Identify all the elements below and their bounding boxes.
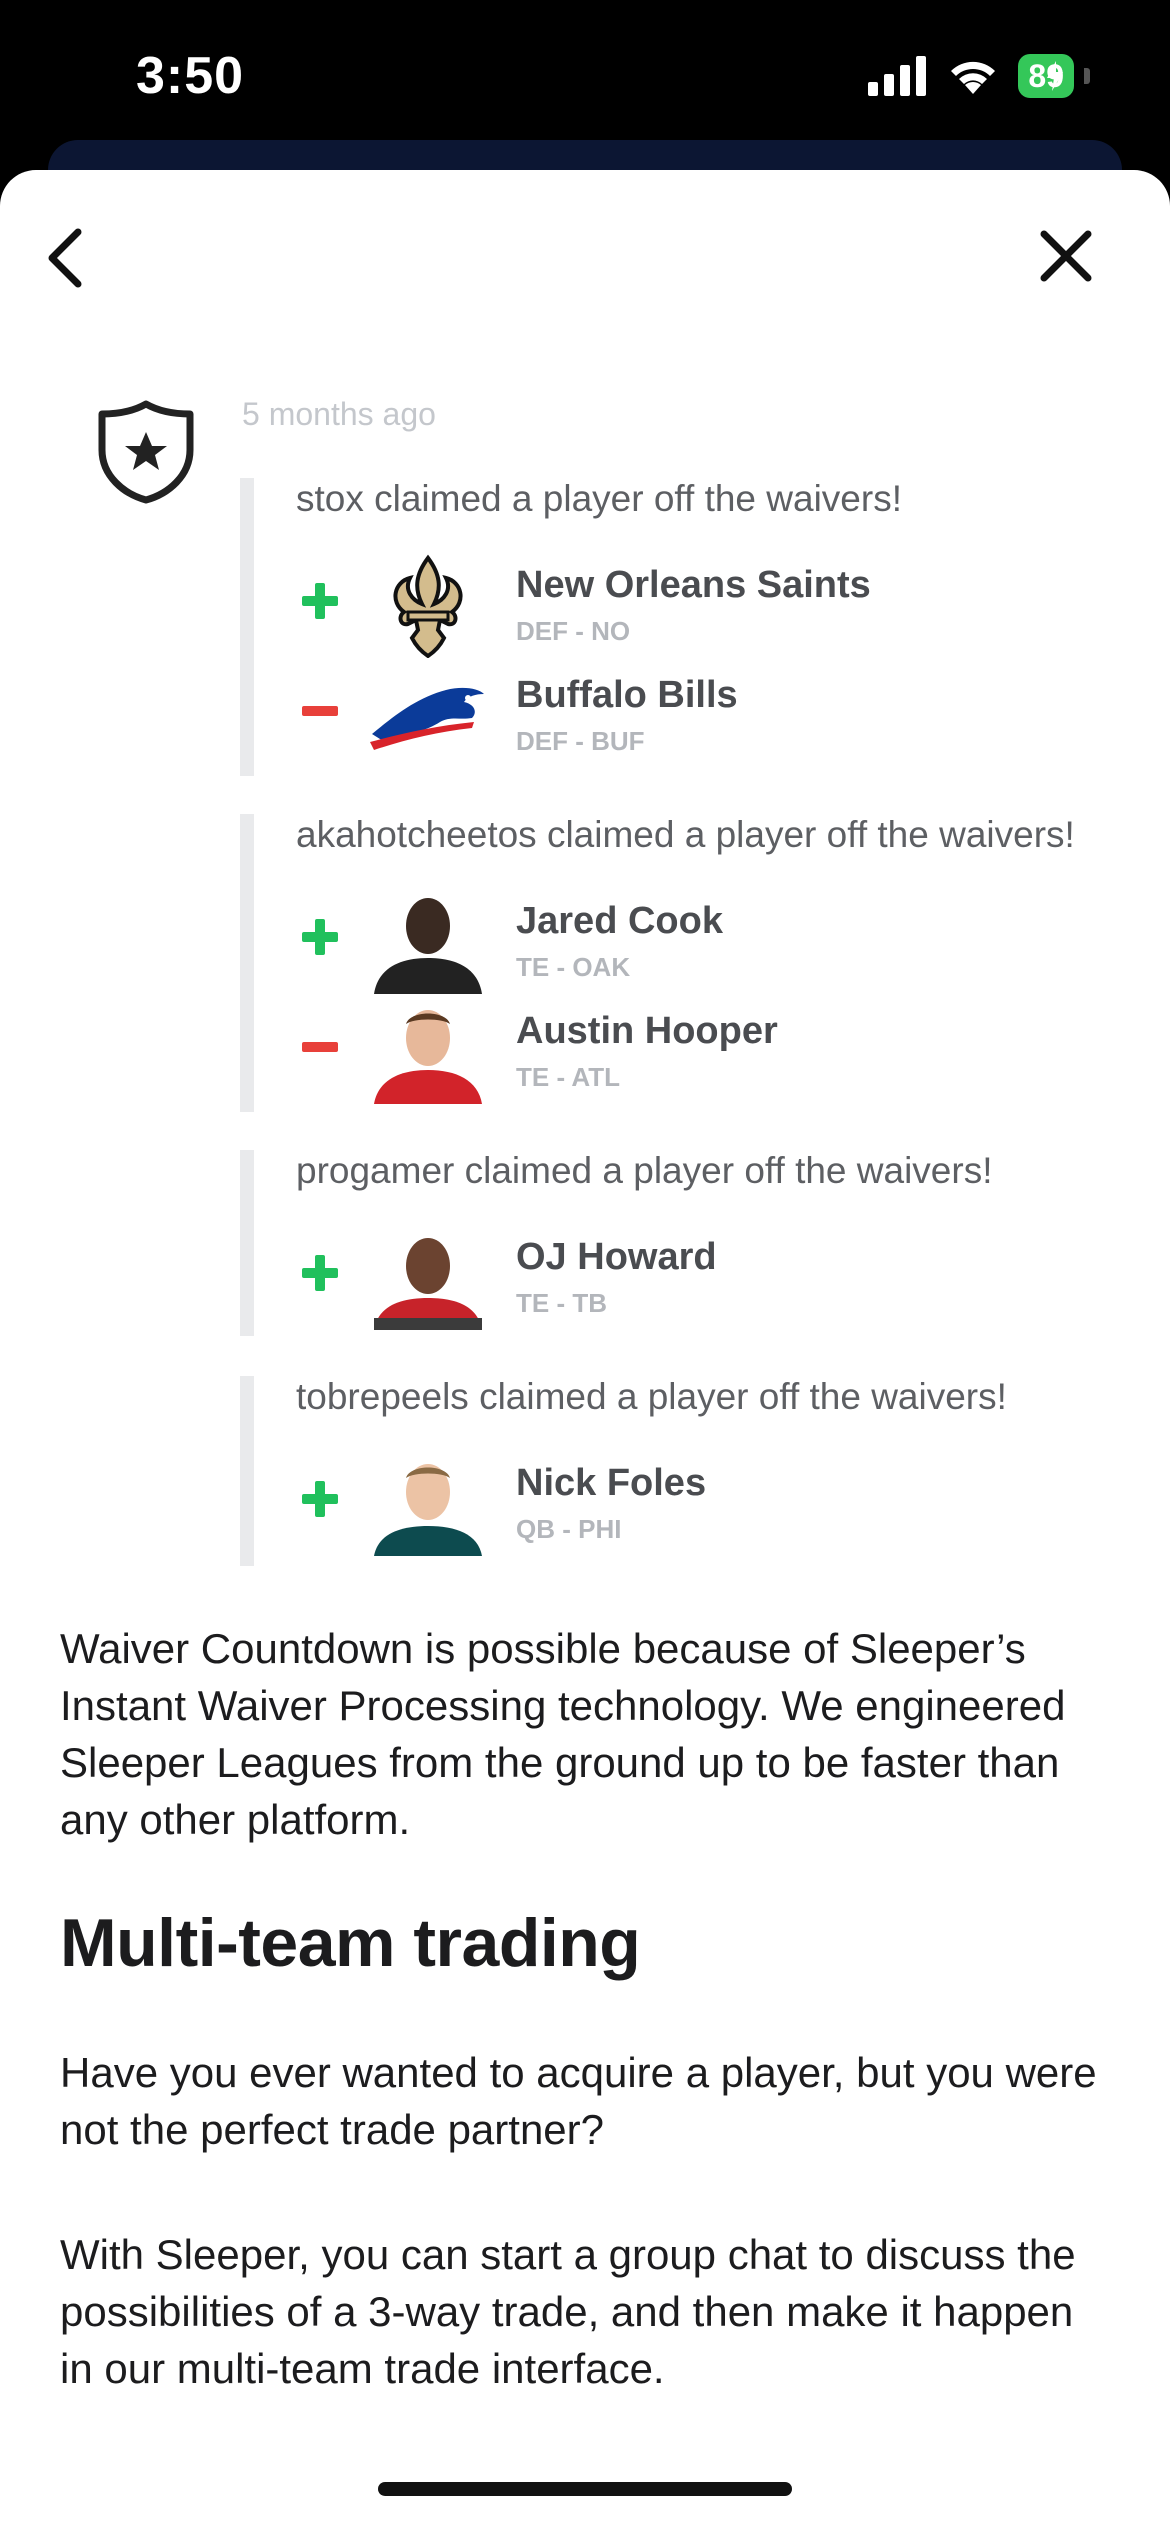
drop-minus-icon — [302, 692, 340, 730]
charging-bolt-icon — [1047, 61, 1063, 91]
waiver-claim-title: stox claimed a player off the waivers! — [296, 478, 902, 519]
waiver-claim-group: tobrepeels claimed a player off the waiv… — [240, 1376, 1154, 1566]
drop-minus-icon — [302, 1028, 340, 1066]
player-row[interactable]: New Orleans Saints DEF - NO — [254, 554, 1134, 664]
player-position: DEF - NO — [516, 616, 631, 646]
player-row[interactable]: OJ Howard TE - TB — [254, 1226, 1134, 1336]
bills-logo-icon — [364, 664, 492, 768]
waiver-claim-title: tobrepeels claimed a player off the waiv… — [296, 1376, 1007, 1417]
add-plus-icon — [302, 1480, 340, 1518]
add-plus-icon — [302, 582, 340, 620]
player-position: TE - ATL — [516, 1062, 620, 1092]
player-photo — [364, 890, 492, 994]
paragraph-2: With Sleeper, you can start a group chat… — [60, 2231, 1076, 2392]
modal-sheet: 5 months ago stox claimed a player off t… — [0, 170, 1170, 2532]
article-waiver-text: Waiver Countdown is possible because of … — [60, 1620, 1110, 1848]
close-icon[interactable] — [1038, 228, 1094, 284]
player-photo — [364, 1226, 492, 1330]
section-heading: Multi-team trading — [60, 1905, 641, 1981]
player-name: Nick Foles — [516, 1462, 707, 1504]
battery-cap — [1084, 68, 1090, 84]
article-section: With Sleeper, you can start a group chat… — [60, 2226, 1110, 2397]
player-photo — [364, 1452, 492, 1556]
cellular-signal-icon — [868, 56, 927, 96]
add-plus-icon — [302, 1254, 340, 1292]
player-photo — [364, 1000, 492, 1104]
add-plus-icon — [302, 918, 340, 956]
saints-logo-icon — [364, 554, 492, 658]
player-position: DEF - BUF — [516, 726, 645, 756]
article-section: Have you ever wanted to acquire a player… — [60, 2044, 1110, 2158]
player-row[interactable]: Buffalo Bills DEF - BUF — [254, 664, 1134, 774]
player-row[interactable]: Austin Hooper TE - ATL — [254, 1000, 1134, 1110]
player-row[interactable]: Nick Foles QB - PHI — [254, 1452, 1134, 1562]
activity-timestamp: 5 months ago — [242, 396, 436, 432]
paragraph-1: Have you ever wanted to acquire a player… — [60, 2049, 1097, 2153]
player-row[interactable]: Jared Cook TE - OAK — [254, 890, 1134, 1000]
player-position: TE - OAK — [516, 952, 631, 982]
waiver-claim-group: progamer claimed a player off the waiver… — [240, 1150, 1154, 1336]
waiver-claim-group: stox claimed a player off the waivers! N… — [240, 478, 1154, 776]
player-name: Jared Cook — [516, 900, 723, 942]
article-section: Multi-team trading — [60, 1904, 1110, 1982]
player-position: QB - PHI — [516, 1514, 622, 1544]
player-position: TE - TB — [516, 1288, 607, 1318]
wifi-icon — [951, 61, 996, 94]
back-chevron-icon[interactable] — [38, 222, 94, 294]
status-time: 3:50 — [136, 47, 245, 105]
waiver-paragraph: Waiver Countdown is possible because of … — [60, 1625, 1066, 1843]
waiver-claim-title: akahotcheetos claimed a player off the w… — [296, 814, 1075, 855]
player-name: OJ Howard — [516, 1236, 717, 1278]
waiver-claim-group: akahotcheetos claimed a player off the w… — [240, 814, 1154, 1112]
waiver-claim-title: progamer claimed a player off the waiver… — [296, 1150, 993, 1191]
player-name: Austin Hooper — [516, 1010, 778, 1052]
league-shield-icon — [98, 400, 194, 504]
home-indicator[interactable] — [378, 2482, 792, 2496]
player-name: New Orleans Saints — [516, 564, 871, 606]
status-icons: 89 — [868, 54, 1090, 98]
player-name: Buffalo Bills — [516, 674, 738, 716]
